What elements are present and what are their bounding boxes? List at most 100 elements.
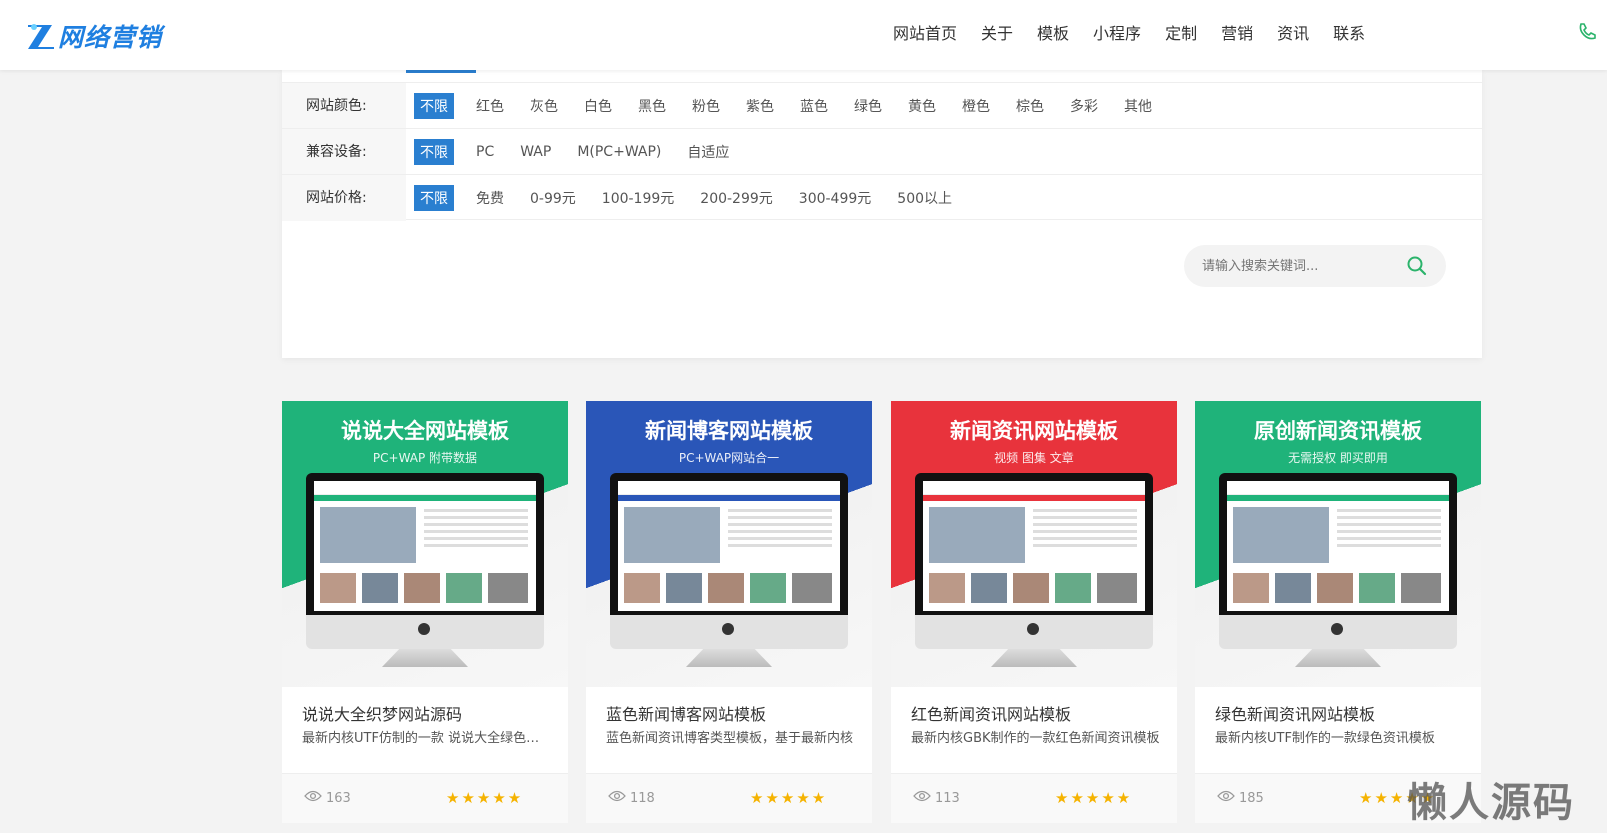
nav-item-templates[interactable]: 模板 bbox=[1037, 20, 1069, 44]
nav-item-marketing[interactable]: 营销 bbox=[1221, 20, 1253, 44]
card-thumbnail[interactable]: 说说大全网站模板 PC+WAP 附带数据 bbox=[282, 401, 568, 687]
template-card[interactable]: 新闻资讯网站模板 视频 图集 文章 红色新闻资讯网站模板 最新内核GBK制作的一… bbox=[891, 401, 1177, 823]
filter-option[interactable]: 自适应 bbox=[683, 140, 733, 164]
filter-row-color: 网站颜色: 不限 红色 灰色 白色 黑色 粉色 紫色 蓝色 绿色 黄色 橙色 棕色 多彩 其他 bbox=[282, 82, 1482, 129]
monitor-mockup bbox=[915, 473, 1153, 649]
view-count-value: 163 bbox=[326, 790, 351, 806]
filter-option[interactable]: 0-99元 bbox=[526, 186, 580, 210]
filter-option[interactable]: PC bbox=[472, 142, 498, 162]
filter-option[interactable]: 多彩 bbox=[1066, 94, 1102, 118]
card-description: 最新内核UTF制作的一款绿色资讯模板 bbox=[1215, 731, 1435, 746]
card-footer: 118 ★★★★★ bbox=[586, 773, 872, 823]
card-thumbnail[interactable]: 新闻博客网站模板 PC+WAP网站合一 bbox=[586, 401, 872, 687]
filter-option[interactable]: 100-199元 bbox=[598, 186, 679, 210]
view-count: 118 bbox=[608, 790, 655, 806]
filter-label: 兼容设备: bbox=[282, 129, 406, 175]
main-nav: 网站首页 关于 模板 小程序 定制 营销 资讯 联系 bbox=[893, 20, 1389, 44]
card-description: 蓝色新闻资讯博客类型模板，基于最新内核 bbox=[606, 731, 854, 746]
view-count: 113 bbox=[913, 790, 960, 806]
nav-item-home[interactable]: 网站首页 bbox=[893, 20, 957, 44]
search-input[interactable] bbox=[1202, 256, 1402, 276]
template-preview bbox=[618, 481, 840, 611]
watermark: 懒人源码 bbox=[1407, 780, 1575, 826]
filter-option[interactable]: 黄色 bbox=[904, 94, 940, 118]
filter-option-selected[interactable]: 不限 bbox=[414, 93, 454, 119]
apple-logo-icon bbox=[1331, 623, 1343, 635]
filter-option[interactable]: WAP bbox=[516, 142, 555, 162]
template-card[interactable]: 说说大全网站模板 PC+WAP 附带数据 说说大全织梦网站源码 最新内核UTF仿… bbox=[282, 401, 568, 823]
card-title[interactable]: 绿色新闻资讯网站模板 bbox=[1215, 701, 1375, 725]
filter-option[interactable]: 橙色 bbox=[958, 94, 994, 118]
phone-icon[interactable] bbox=[1577, 22, 1597, 46]
filter-row-device: 兼容设备: 不限 PC WAP M(PC+WAP) 自适应 bbox=[282, 128, 1482, 175]
active-tab-indicator bbox=[406, 70, 476, 73]
banner-title: 新闻博客网站模板 bbox=[645, 419, 813, 443]
filter-option[interactable]: 其他 bbox=[1120, 94, 1156, 118]
banner-subtitle: 视频 图集 文章 bbox=[994, 451, 1074, 465]
banner-title: 新闻资讯网站模板 bbox=[950, 419, 1118, 443]
filter-option-selected[interactable]: 不限 bbox=[414, 185, 454, 211]
filter-option[interactable]: 白色 bbox=[580, 94, 616, 118]
filter-option[interactable]: 200-299元 bbox=[696, 186, 777, 210]
filter-option[interactable]: 棕色 bbox=[1012, 94, 1048, 118]
nav-item-contact[interactable]: 联系 bbox=[1333, 20, 1365, 44]
nav-item-custom[interactable]: 定制 bbox=[1165, 20, 1197, 44]
template-card[interactable]: 新闻博客网站模板 PC+WAP网站合一 蓝色新闻博客网站模板 蓝色新闻资讯博客类… bbox=[586, 401, 872, 823]
card-description: 最新内核GBK制作的一款红色新闻资讯模板 bbox=[911, 731, 1160, 746]
filter-option[interactable]: 300-499元 bbox=[795, 186, 876, 210]
view-count-value: 113 bbox=[935, 790, 960, 806]
monitor-mockup bbox=[306, 473, 544, 649]
card-thumbnail[interactable]: 原创新闻资讯模板 无需授权 即买即用 bbox=[1195, 401, 1481, 687]
eye-icon bbox=[608, 790, 626, 806]
filter-option[interactable]: 绿色 bbox=[850, 94, 886, 118]
logo[interactable]: 网络营销 bbox=[26, 18, 162, 54]
filter-option[interactable]: 紫色 bbox=[742, 94, 778, 118]
filter-option[interactable]: M(PC+WAP) bbox=[573, 142, 665, 162]
nav-item-miniprogram[interactable]: 小程序 bbox=[1093, 20, 1141, 44]
rating-stars: ★★★★★ bbox=[446, 789, 524, 807]
filter-option[interactable]: 红色 bbox=[472, 94, 508, 118]
search-icon[interactable] bbox=[1406, 255, 1428, 281]
nav-item-about[interactable]: 关于 bbox=[981, 20, 1013, 44]
card-title[interactable]: 蓝色新闻博客网站模板 bbox=[606, 701, 766, 725]
card-thumbnail[interactable]: 新闻资讯网站模板 视频 图集 文章 bbox=[891, 401, 1177, 687]
search-box bbox=[1184, 245, 1446, 287]
card-footer: 113 ★★★★★ bbox=[891, 773, 1177, 823]
view-count: 185 bbox=[1217, 790, 1264, 806]
eye-icon bbox=[913, 790, 931, 806]
filter-row-price: 网站价格: 不限 免费 0-99元 100-199元 200-299元 300-499元… bbox=[282, 174, 1482, 221]
banner-subtitle: PC+WAP网站合一 bbox=[678, 451, 780, 465]
filter-option[interactable]: 黑色 bbox=[634, 94, 670, 118]
apple-logo-icon bbox=[722, 623, 734, 635]
banner-subtitle: PC+WAP 附带数据 bbox=[372, 451, 478, 465]
template-preview bbox=[923, 481, 1145, 611]
rating-stars: ★★★★★ bbox=[750, 789, 828, 807]
template-card[interactable]: 原创新闻资讯模板 无需授权 即买即用 绿色新闻资讯网站模板 最新内核UTF制作的… bbox=[1195, 401, 1481, 823]
filter-label: 网站价格: bbox=[282, 175, 406, 221]
card-title[interactable]: 说说大全织梦网站源码 bbox=[302, 701, 462, 725]
filter-panel: 网站颜色: 不限 红色 灰色 白色 黑色 粉色 紫色 蓝色 绿色 黄色 橙色 棕色 多彩 其他 兼容设备… bbox=[282, 70, 1482, 358]
filter-option[interactable]: 蓝色 bbox=[796, 94, 832, 118]
card-description: 最新内核UTF仿制的一款 说说大全绿色资讯模板 bbox=[302, 731, 552, 746]
card-footer: 163 ★★★★★ bbox=[282, 773, 568, 823]
filter-options: 不限 红色 灰色 白色 黑色 粉色 紫色 蓝色 绿色 黄色 橙色 棕色 多彩 其他 bbox=[406, 83, 1156, 129]
view-count: 163 bbox=[304, 790, 351, 806]
filter-option[interactable]: 500以上 bbox=[893, 186, 956, 210]
card-title[interactable]: 红色新闻资讯网站模板 bbox=[911, 701, 1071, 725]
nav-item-news[interactable]: 资讯 bbox=[1277, 20, 1309, 44]
filter-option[interactable]: 免费 bbox=[472, 186, 508, 210]
site-header: 网络营销 网站首页 关于 模板 小程序 定制 营销 资讯 联系 bbox=[0, 0, 1607, 70]
rating-stars: ★★★★★ bbox=[1055, 789, 1133, 807]
apple-logo-icon bbox=[418, 623, 430, 635]
view-count-value: 118 bbox=[630, 790, 655, 806]
view-count-value: 185 bbox=[1239, 790, 1264, 806]
apple-logo-icon bbox=[1027, 623, 1039, 635]
template-preview bbox=[1227, 481, 1449, 611]
filter-option[interactable]: 粉色 bbox=[688, 94, 724, 118]
logo-icon bbox=[26, 21, 56, 51]
monitor-mockup bbox=[610, 473, 848, 649]
eye-icon bbox=[1217, 790, 1235, 806]
filter-option[interactable]: 灰色 bbox=[526, 94, 562, 118]
filter-options: 不限 PC WAP M(PC+WAP) 自适应 bbox=[406, 129, 733, 175]
filter-option-selected[interactable]: 不限 bbox=[414, 139, 454, 165]
